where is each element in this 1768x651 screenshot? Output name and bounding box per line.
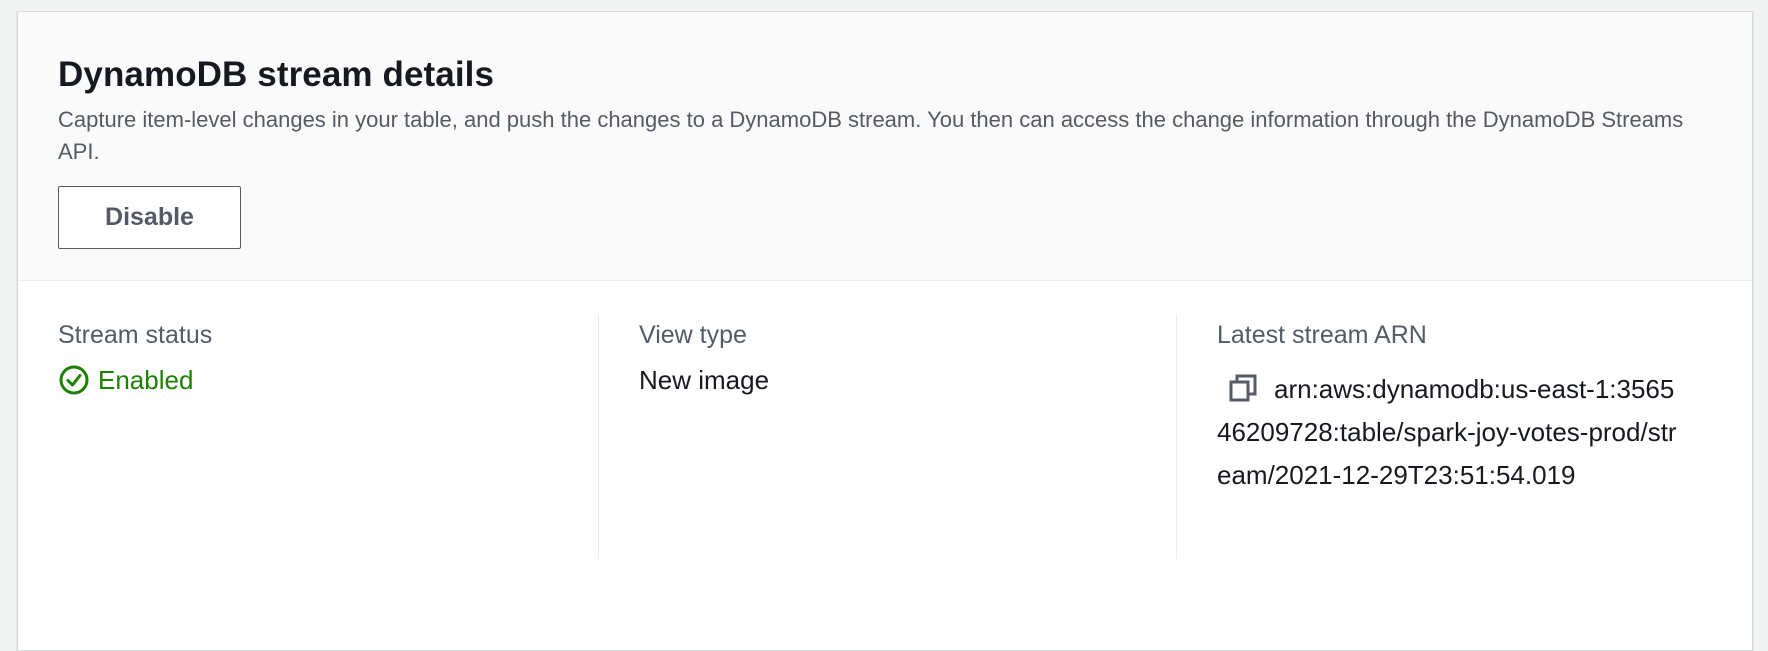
latest-stream-arn-label: Latest stream ARN [1217,321,1427,349]
view-type-column: View type New image [598,314,1176,559]
panel-header: DynamoDB stream details Capture item-lev… [18,12,1752,281]
check-circle-icon [58,364,90,396]
latest-stream-arn-column: Latest stream ARN arn:aws:dynamodb:us-ea… [1176,314,1752,559]
stream-status-column: Stream status Enabled [18,314,598,559]
disable-button[interactable]: Disable [58,186,241,249]
stream-status-value: Enabled [58,364,558,396]
latest-stream-arn-text: arn:aws:dynamodb:us-east-1:356546209728:… [1217,374,1677,490]
stream-status-label: Stream status [58,321,213,349]
copy-icon[interactable] [1228,373,1258,403]
stream-status-text: Enabled [98,365,194,395]
latest-stream-arn-value: arn:aws:dynamodb:us-east-1:356546209728:… [1217,368,1687,497]
view-type-value: New image [639,365,770,395]
view-type-label: View type [639,321,747,349]
stream-details-grid: Stream status Enabled View type New imag… [18,281,1752,601]
panel-description: Capture item-level changes in your table… [58,107,1684,164]
stream-details-panel: DynamoDB stream details Capture item-lev… [17,11,1753,651]
panel-title: DynamoDB stream details [58,55,495,94]
